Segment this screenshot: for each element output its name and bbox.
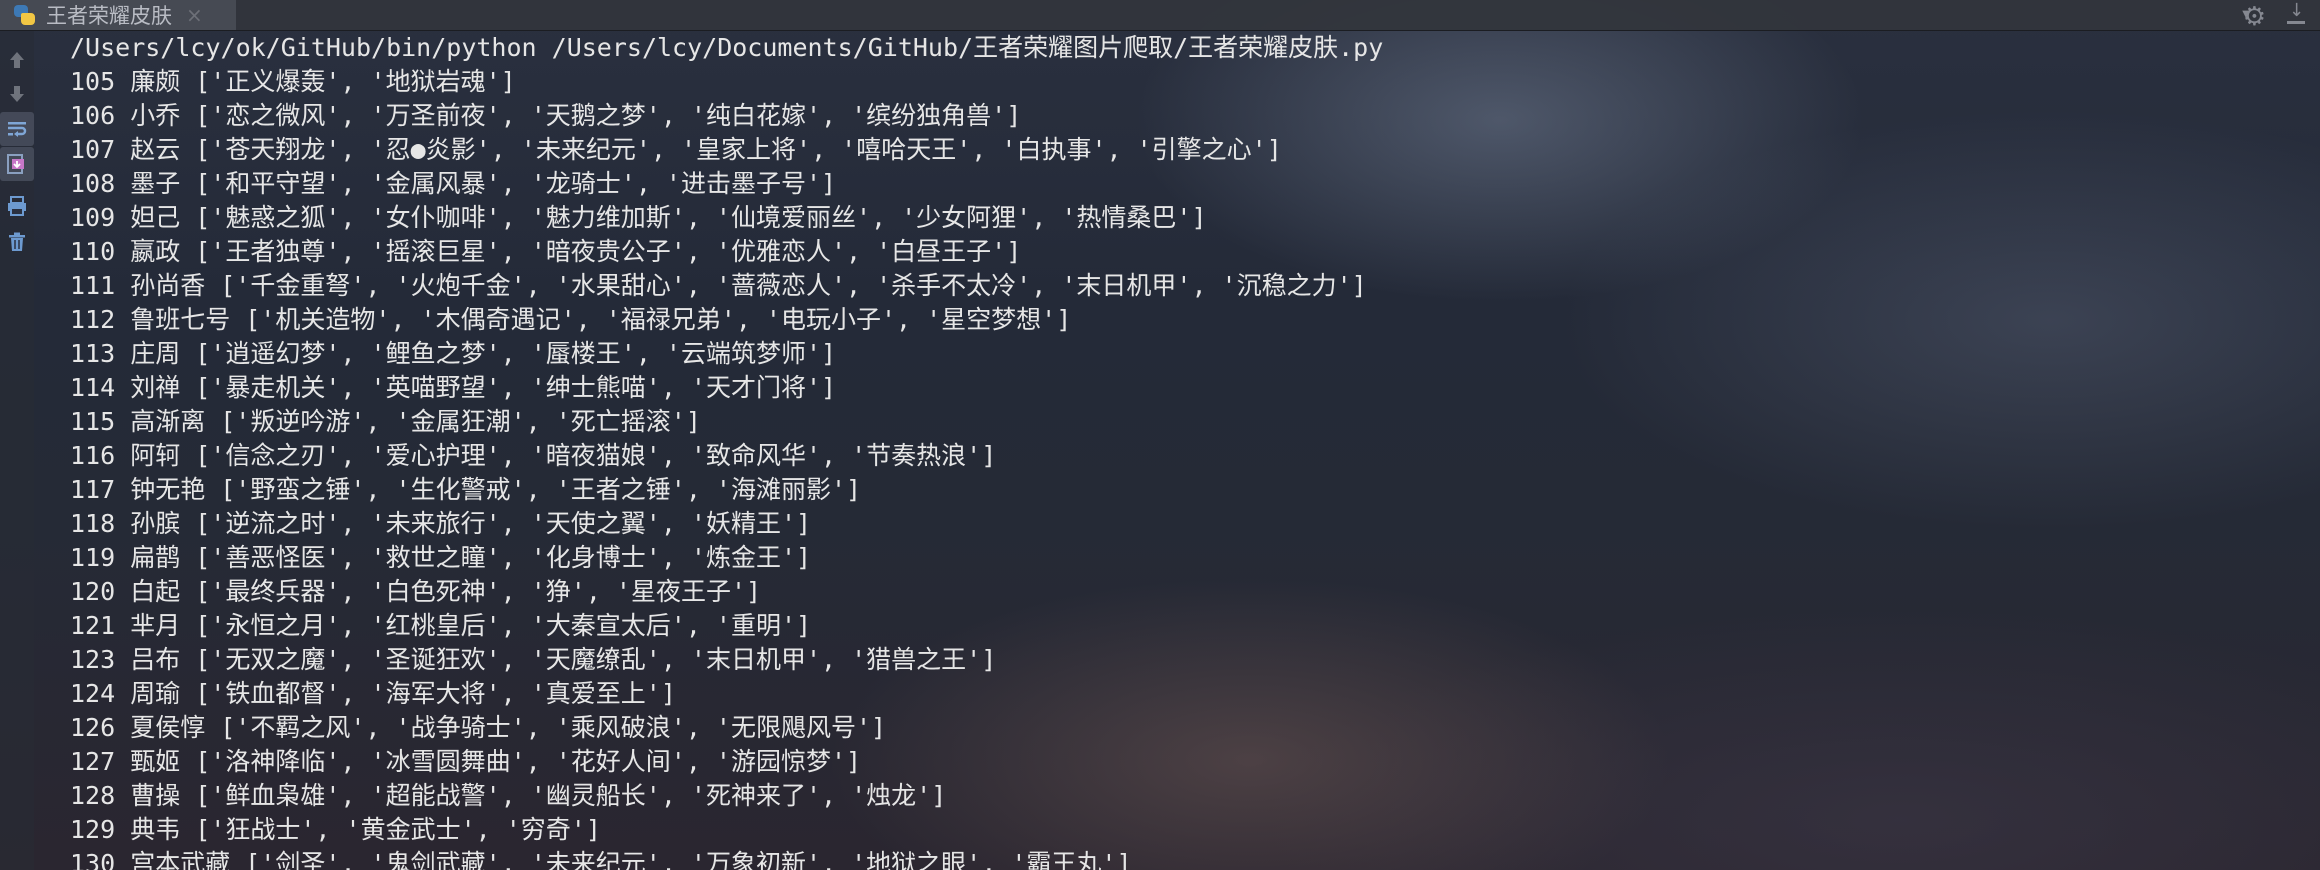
run-toolbar [0, 31, 34, 870]
trash-icon[interactable] [0, 225, 34, 259]
console-line: 129 典韦 ['狂战士', '黄金武士', '穷奇'] [70, 815, 601, 844]
console-line: 112 鲁班七号 ['机关造物', '木偶奇遇记', '福禄兄弟', '电玩小子… [70, 305, 1072, 334]
console-line: 120 白起 ['最终兵器', '白色死神', '狰', '星夜王子'] [70, 577, 762, 606]
console-output[interactable]: /Users/lcy/ok/GitHub/bin/python /Users/l… [70, 31, 2300, 870]
console-line: 113 庄周 ['逍遥幻梦', '鲤鱼之梦', '蜃楼王', '云端筑梦师'] [70, 339, 837, 368]
tool-window-tab-bar: 王者荣耀皮肤 × ⚙ ▼ ↓ [0, 0, 2320, 32]
console-line: 110 嬴政 ['王者独尊', '摇滚巨星', '暗夜贵公子', '优雅恋人',… [70, 237, 1022, 266]
run-tab-title: 王者荣耀皮肤 [46, 4, 172, 28]
soft-wrap-icon[interactable] [0, 112, 34, 146]
console-line: 124 周瑜 ['铁血都督', '海军大将', '真爱至上'] [70, 679, 676, 708]
console-line: 105 廉颇 ['正义爆轰', '地狱岩魂'] [70, 67, 516, 96]
console-line: 121 芈月 ['永恒之月', '红桃皇后', '大秦宣太后', '重明'] [70, 611, 812, 640]
console-line: 108 墨子 ['和平守望', '金属风暴', '龙骑士', '进击墨子号'] [70, 169, 837, 198]
console-line: 111 孙尚香 ['千金重弩', '火炮千金', '水果甜心', '蔷薇恋人',… [70, 271, 1367, 300]
console-line: 107 赵云 ['苍天翔龙', '忍●炎影', '未来纪元', '皇家上将', … [70, 135, 1282, 164]
console-line: 128 曹操 ['鲜血枭雄', '超能战警', '幽灵船长', '死神来了', … [70, 781, 947, 810]
console-line: 109 妲己 ['魅惑之狐', '女仆咖啡', '魅力维加斯', '仙境爱丽丝'… [70, 203, 1207, 232]
console-line: 106 小乔 ['恋之微风', '万圣前夜', '天鹅之梦', '纯白花嫁', … [70, 101, 1022, 130]
arrow-down-icon[interactable] [0, 77, 34, 111]
python-icon [12, 4, 38, 26]
scroll-to-end-icon[interactable] [0, 147, 34, 181]
console-command-line: /Users/lcy/ok/GitHub/bin/python /Users/l… [70, 33, 1384, 62]
run-tab[interactable]: 王者荣耀皮肤 × [0, 0, 236, 30]
console-line: 116 阿轲 ['信念之刃', '爱心护理', '暗夜猫娘', '致命风华', … [70, 441, 997, 470]
chevron-down-icon[interactable]: ▼ [2242, 9, 2250, 20]
console-line: 117 钟无艳 ['野蛮之锤', '生化警戒', '王者之锤', '海滩丽影'] [70, 475, 862, 504]
print-icon[interactable] [0, 189, 34, 223]
console-line: 118 孙膑 ['逆流之时', '未来旅行', '天使之翼', '妖精王'] [70, 509, 812, 538]
console-line: 123 吕布 ['无双之魔', '圣诞狂欢', '天魔缭乱', '末日机甲', … [70, 645, 997, 674]
console-line: 130 宫本武藏 ['剑圣', '鬼剑武藏', '未来纪元', '万象初新', … [70, 849, 1132, 870]
close-icon[interactable]: × [186, 3, 203, 27]
console-line: 126 夏侯惇 ['不羁之风', '战争骑士', '乘风破浪', '无限飓风号'… [70, 713, 887, 742]
console-line: 114 刘禅 ['暴走机关', '英喵野望', '绅士熊喵', '天才门将'] [70, 373, 837, 402]
arrow-up-icon[interactable] [0, 43, 34, 77]
console-line: 127 甄姬 ['洛神降临', '冰雪圆舞曲', '花好人间', '游园惊梦'] [70, 747, 862, 776]
hide-panel-icon[interactable]: ↓ [2284, 2, 2308, 26]
console-line: 119 扁鹊 ['善恶怪医', '救世之瞳', '化身博士', '炼金王'] [70, 543, 812, 572]
console-line: 115 高渐离 ['叛逆吟游', '金属狂潮', '死亡摇滚'] [70, 407, 701, 436]
